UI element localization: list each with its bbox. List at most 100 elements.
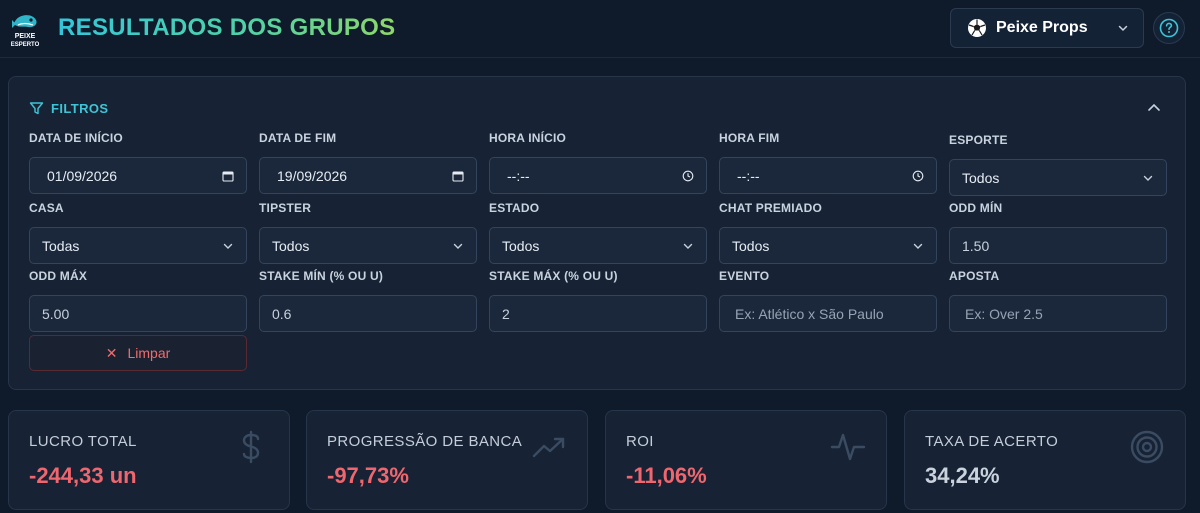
aposta-input[interactable]: Ex: Over 2.5 (949, 295, 1167, 332)
esporte-value: Todos (962, 169, 1000, 186)
tipster-value: Todos (272, 237, 310, 254)
field-label: APOSTA (949, 269, 1000, 283)
field-label: DATA DE FIM (259, 131, 337, 145)
odd-min-value: 1.50 (962, 237, 990, 254)
field-stake-min: STAKE MÍN (% OU U) 0.6 (259, 267, 477, 332)
field-data-inicio: DATA DE INÍCIO 01/09/2026 (29, 129, 247, 194)
svg-text:ESPERTO: ESPERTO (11, 42, 40, 48)
stat-title: LUCRO TOTAL (29, 433, 137, 450)
trending-up-icon (532, 437, 565, 458)
data-inicio-value: 01/09/2026 (47, 167, 118, 184)
chevron-down-icon (223, 243, 233, 249)
field-aposta: APOSTA Ex: Over 2.5 (949, 267, 1167, 332)
chat-premiado-value: Todos (732, 237, 770, 254)
field-label: ODD MÁX (29, 269, 88, 283)
field-label: CASA (29, 201, 64, 215)
field-label: EVENTO (719, 269, 770, 283)
field-stake-max: STAKE MÁX (% OU U) 2 (489, 267, 707, 332)
stat-value: -244,33 un (29, 463, 137, 488)
clear-filters-label: Limpar (127, 345, 171, 361)
field-esporte: ESPORTE Todos (949, 131, 1167, 196)
stat-value: -97,73% (327, 463, 409, 488)
fish-logo-icon: PEIXE ESPERTO (11, 15, 40, 48)
odd-max-value: 5.00 (42, 305, 70, 322)
calendar-icon[interactable] (452, 170, 464, 182)
field-casa: CASA Todas (29, 199, 247, 264)
help-button[interactable] (1153, 12, 1185, 44)
tipster-select[interactable]: Todos (259, 227, 477, 264)
data-fim-input[interactable]: 19/09/2026 (259, 157, 477, 194)
field-hora-fim: HORA FIM --:-- (719, 129, 937, 194)
page-title: RESULTADOS DOS GRUPOS (58, 14, 396, 41)
field-label: TIPSTER (259, 201, 312, 215)
field-label: DATA DE INÍCIO (29, 131, 123, 145)
chat-premiado-select[interactable]: Todos (719, 227, 937, 264)
group-select-value: Peixe Props (996, 19, 1088, 36)
field-tipster: TIPSTER Todos (259, 199, 477, 264)
field-label: STAKE MÁX (% OU U) (489, 269, 618, 283)
evento-placeholder: Ex: Atlético x São Paulo (735, 305, 884, 322)
field-estado: ESTADO Todos (489, 199, 707, 264)
odd-min-input[interactable]: 1.50 (949, 227, 1167, 264)
stake-min-value: 0.6 (272, 305, 292, 322)
data-fim-value: 19/09/2026 (277, 167, 348, 184)
target-icon (1130, 430, 1164, 464)
stake-max-value: 2 (502, 305, 510, 322)
odd-max-input[interactable]: 5.00 (29, 295, 247, 332)
stat-card-taxa-acerto: TAXA DE ACERTO 34,24% (904, 410, 1186, 510)
estado-select[interactable]: Todos (489, 227, 707, 264)
field-label: HORA INÍCIO (489, 131, 567, 145)
chevron-down-icon (1118, 25, 1128, 32)
activity-icon (830, 433, 866, 461)
stat-card-roi: ROI -11,06% (605, 410, 887, 510)
chevron-down-icon (683, 243, 693, 249)
stake-min-input[interactable]: 0.6 (259, 295, 477, 332)
field-label: CHAT PREMIADO (719, 201, 823, 215)
filters-toggle[interactable]: FILTROS (29, 101, 108, 116)
clear-filters-button[interactable]: ✕ Limpar (29, 335, 247, 371)
aposta-placeholder: Ex: Over 2.5 (965, 305, 1043, 322)
field-label: ESPORTE (949, 133, 1008, 147)
clock-icon[interactable] (912, 170, 924, 182)
chevron-down-icon (1143, 175, 1153, 181)
stat-title: PROGRESSÃO DE BANCA (327, 433, 523, 450)
hora-inicio-value: --:-- (507, 167, 530, 184)
filter-funnel-icon (29, 102, 44, 115)
field-hora-inicio: HORA INÍCIO --:-- (489, 129, 707, 194)
peixe-esperto-logo[interactable]: PEIXE ESPERTO (8, 8, 42, 48)
field-odd-min: ODD MÍN 1.50 (949, 199, 1167, 264)
stat-value: -11,06% (626, 463, 707, 488)
casa-select[interactable]: Todas (29, 227, 247, 264)
field-label: ESTADO (489, 201, 540, 215)
chevron-down-icon (913, 243, 923, 249)
app-header: PEIXE ESPERTO RESULTADOS DOS GRUPOS Peix… (0, 0, 1200, 58)
svg-text:PEIXE: PEIXE (15, 33, 36, 40)
field-odd-max: ODD MÁX 5.00 (29, 267, 247, 332)
dollar-icon (242, 430, 260, 464)
field-evento: EVENTO Ex: Atlético x São Paulo (719, 267, 937, 332)
stat-title: TAXA DE ACERTO (925, 433, 1059, 450)
stake-max-input[interactable]: 2 (489, 295, 707, 332)
estado-value: Todos (502, 237, 540, 254)
close-icon: ✕ (105, 344, 118, 361)
field-chat-premiado: CHAT PREMIADO Todos (719, 199, 937, 264)
clock-icon[interactable] (682, 170, 694, 182)
esporte-select[interactable]: Todos (949, 159, 1167, 196)
hora-inicio-input[interactable]: --:-- (489, 157, 707, 194)
group-select[interactable]: Peixe Props (950, 8, 1144, 48)
help-circle-icon (1159, 18, 1179, 38)
stat-card-lucro-total: LUCRO TOTAL -244,33 un (8, 410, 290, 510)
field-label: HORA FIM (719, 131, 780, 145)
stat-value: 34,24% (925, 463, 1000, 488)
field-label: STAKE MÍN (% OU U) (259, 269, 384, 283)
chevron-up-icon[interactable] (1145, 99, 1163, 117)
calendar-icon[interactable] (222, 170, 234, 182)
chevron-down-icon (453, 243, 463, 249)
filters-panel: FILTROS DATA DE INÍCIO 01/09/2026 DATA D… (8, 76, 1186, 390)
field-data-fim: DATA DE FIM 19/09/2026 (259, 129, 477, 194)
stat-title: ROI (626, 433, 654, 450)
hora-fim-input[interactable]: --:-- (719, 157, 937, 194)
casa-value: Todas (42, 237, 80, 254)
evento-input[interactable]: Ex: Atlético x São Paulo (719, 295, 937, 332)
data-inicio-input[interactable]: 01/09/2026 (29, 157, 247, 194)
